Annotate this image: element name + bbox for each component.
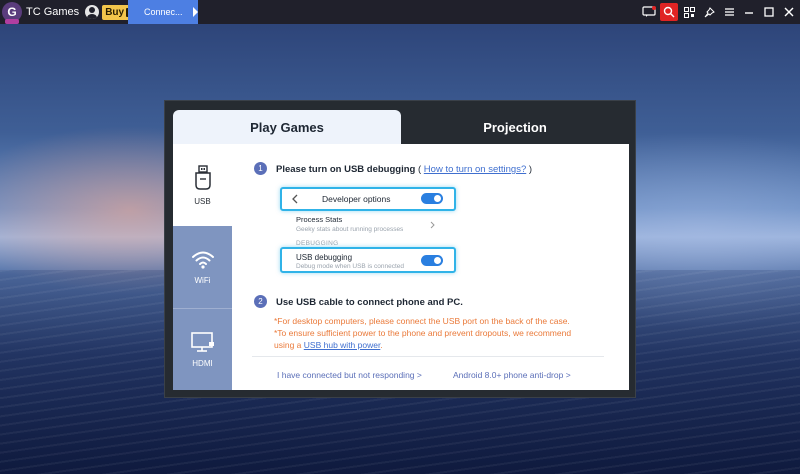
tab-play-games[interactable]: Play Games [173, 110, 401, 144]
how-to-settings-link[interactable]: How to turn on settings? [424, 164, 526, 175]
usb-instructions-panel: 1 Please turn on USB debugging ( How to … [232, 144, 629, 390]
connection-sidebar: USB WiFi HDMI [173, 144, 232, 390]
usb-debugging-label: USB debugging [296, 253, 353, 262]
message-icon[interactable] [640, 3, 658, 21]
step-1-title: Please turn on USB debugging ( How to tu… [276, 164, 532, 175]
pin-icon[interactable] [700, 3, 718, 21]
buy-label: Buy [105, 6, 125, 18]
menu-icon[interactable] [720, 3, 738, 21]
usb-hub-link[interactable]: USB hub with power [304, 340, 381, 350]
power-note-suffix: . [380, 340, 383, 350]
step-2-badge: 2 [254, 295, 267, 308]
step-1-paren-close: ) [526, 164, 533, 175]
search-screen-icon[interactable] [660, 3, 678, 21]
power-note: *To ensure sufficient power to the phone… [274, 328, 572, 338]
not-responding-link[interactable]: I have connected but not responding > [277, 370, 422, 380]
app-title: TC Games [26, 6, 80, 18]
sidebar-wifi-label: WiFi [194, 275, 211, 285]
maximize-icon[interactable] [760, 3, 778, 21]
desktop-note: *For desktop computers, please connect t… [274, 316, 570, 326]
connection-dialog: Play Games Projection USB WiFi HDMI 1 Pl… [164, 100, 636, 398]
sidebar-item-wifi[interactable]: WiFi [173, 226, 232, 308]
power-note-prefix: using a [274, 340, 304, 350]
process-stats-label: Process Stats [296, 215, 343, 224]
step-1-text: Please turn on USB debugging [276, 164, 416, 175]
play-arrow-icon [193, 7, 198, 17]
usb-debugging-row: USB debugging Debug mode when USB is con… [280, 247, 456, 273]
developer-options-label: Developer options [322, 194, 391, 204]
chevron-right-icon [430, 221, 435, 229]
process-stats-sub: Geeky stats about running processes [296, 226, 404, 233]
step-2-title: Use USB cable to connect phone and PC. [276, 297, 463, 308]
logo-letter: G [7, 5, 17, 19]
sidebar-item-usb[interactable]: USB [173, 144, 232, 226]
close-icon[interactable] [780, 3, 798, 21]
anti-drop-link[interactable]: Android 8.0+ phone anti-drop > [453, 370, 571, 380]
developer-options-toggle [421, 193, 443, 204]
usb-debugging-sub: Debug mode when USB is connected [296, 263, 405, 270]
minimize-icon[interactable] [740, 3, 758, 21]
usb-icon [194, 164, 211, 190]
window-controls [640, 0, 800, 24]
debugging-section-label: DEBUGGING [296, 240, 339, 247]
tab-projection[interactable]: Projection [401, 110, 629, 144]
power-note-cont: using a USB hub with power. [274, 339, 383, 351]
connection-tab-label: Connec... [144, 7, 183, 17]
user-avatar-icon[interactable] [85, 5, 100, 19]
connection-tab[interactable]: Connec... [128, 0, 198, 24]
sidebar-item-hdmi[interactable]: HDMI [173, 308, 232, 390]
back-chevron-icon [292, 194, 298, 204]
title-bar: G TC Games Buy V Connec... [0, 0, 800, 24]
logo-badge [5, 19, 19, 24]
sidebar-hdmi-label: HDMI [192, 359, 213, 368]
developer-options-row: Developer options [280, 187, 456, 211]
app-logo-icon: G [2, 2, 22, 24]
usb-debugging-toggle [421, 255, 443, 266]
sidebar-usb-label: USB [194, 196, 211, 206]
qr-code-icon[interactable] [680, 3, 698, 21]
step-1-paren-open: ( [415, 164, 424, 175]
footer-divider [252, 356, 604, 357]
step-1-badge: 1 [254, 162, 267, 175]
monitor-icon [190, 332, 214, 352]
wifi-icon [191, 251, 214, 269]
